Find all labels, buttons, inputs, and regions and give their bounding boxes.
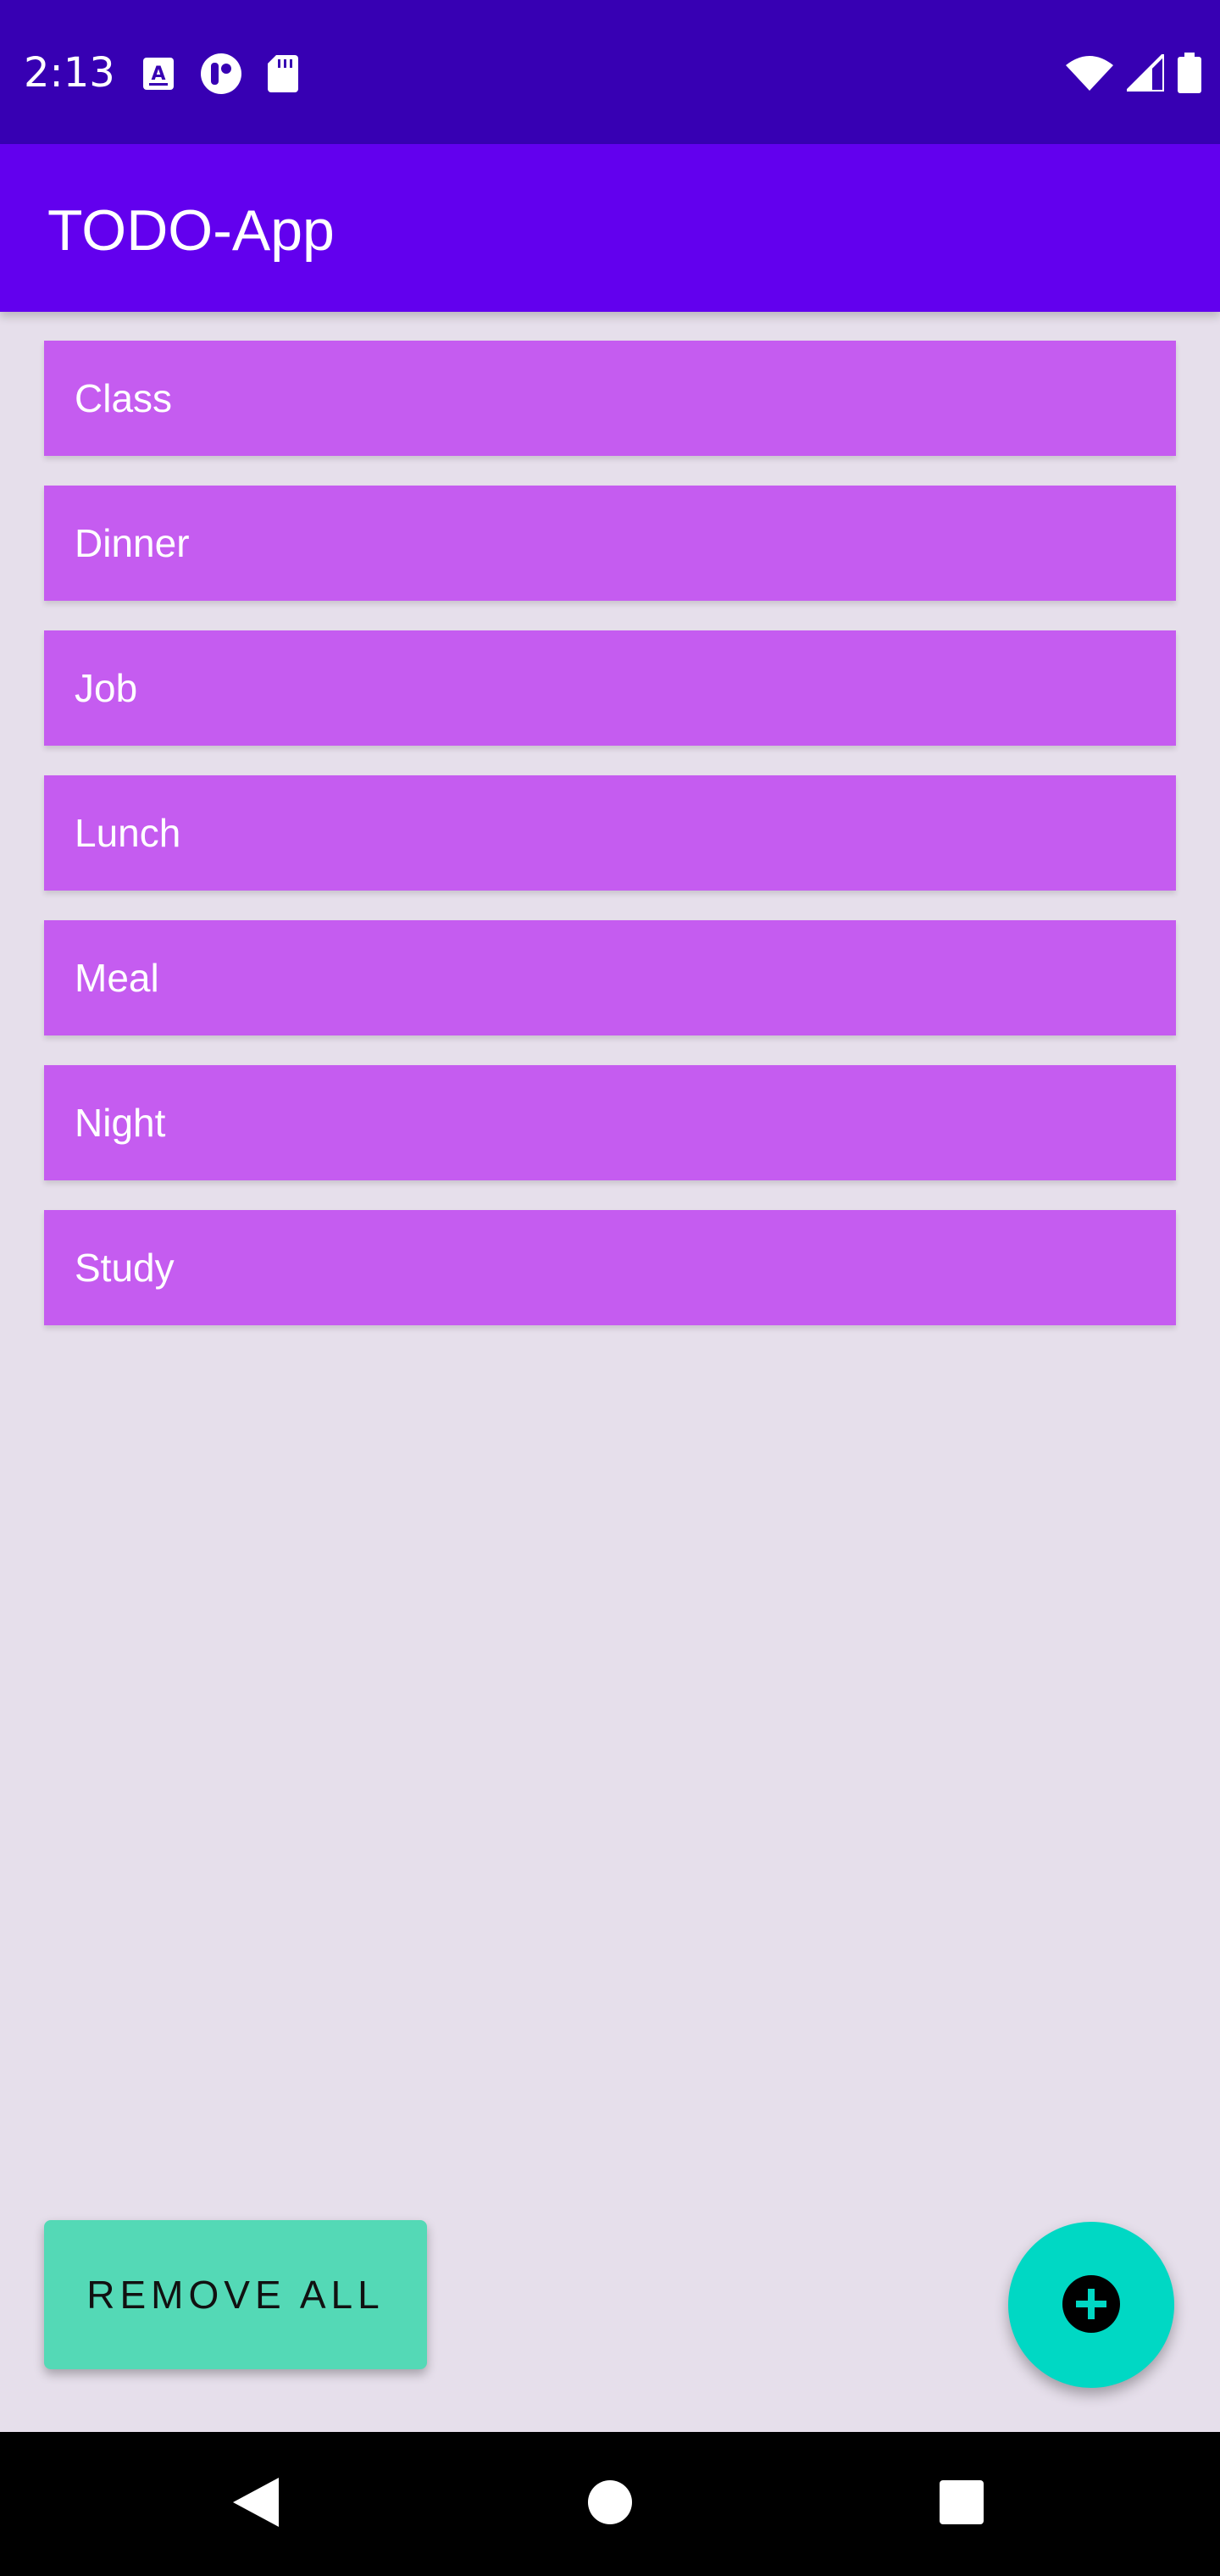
list-item-label: Dinner [75, 521, 190, 565]
wifi-icon [1066, 55, 1113, 94]
sd-card-icon [268, 55, 298, 96]
status-time: 2:13 [24, 49, 115, 97]
recents-icon [939, 2479, 984, 2529]
list-item-label: Night [75, 1101, 166, 1145]
list-item-label: Class [75, 376, 173, 420]
cell-signal-icon [1123, 50, 1166, 95]
back-button[interactable] [217, 2466, 293, 2542]
notification-circle-icon [200, 53, 242, 98]
keyboard-a-icon: A [142, 57, 175, 94]
status-icons-right [1066, 50, 1201, 97]
list-item[interactable]: Meal [44, 920, 1176, 1035]
list-item[interactable]: Study [44, 1210, 1176, 1325]
list-item[interactable]: Lunch [44, 775, 1176, 891]
list-item[interactable]: Night [44, 1065, 1176, 1180]
home-button[interactable] [572, 2466, 648, 2542]
status-bar: 2:13 A [0, 0, 1220, 144]
app-bar: TODO-App [0, 144, 1220, 312]
list-item[interactable]: Class [44, 341, 1176, 456]
add-circle-icon [1061, 2273, 1122, 2337]
list-item-label: Job [75, 666, 138, 710]
recents-button[interactable] [923, 2466, 1000, 2542]
battery-icon [1178, 53, 1201, 97]
todo-list: Class Dinner Job Lunch Meal Night Study [44, 341, 1176, 1355]
add-todo-button[interactable] [1008, 2222, 1174, 2388]
svg-text:A: A [151, 64, 165, 85]
back-icon [230, 2476, 280, 2532]
home-icon [587, 2479, 633, 2529]
list-item-label: Study [75, 1246, 175, 1290]
page-title: TODO-App [47, 198, 335, 263]
list-item[interactable]: Job [44, 630, 1176, 746]
list-item-label: Meal [75, 956, 159, 1000]
list-item[interactable]: Dinner [44, 486, 1176, 601]
navigation-bar [0, 2432, 1220, 2576]
list-item-label: Lunch [75, 811, 181, 855]
remove-all-button[interactable]: REMOVE ALL [44, 2220, 427, 2369]
status-icons-left: A [142, 53, 298, 98]
